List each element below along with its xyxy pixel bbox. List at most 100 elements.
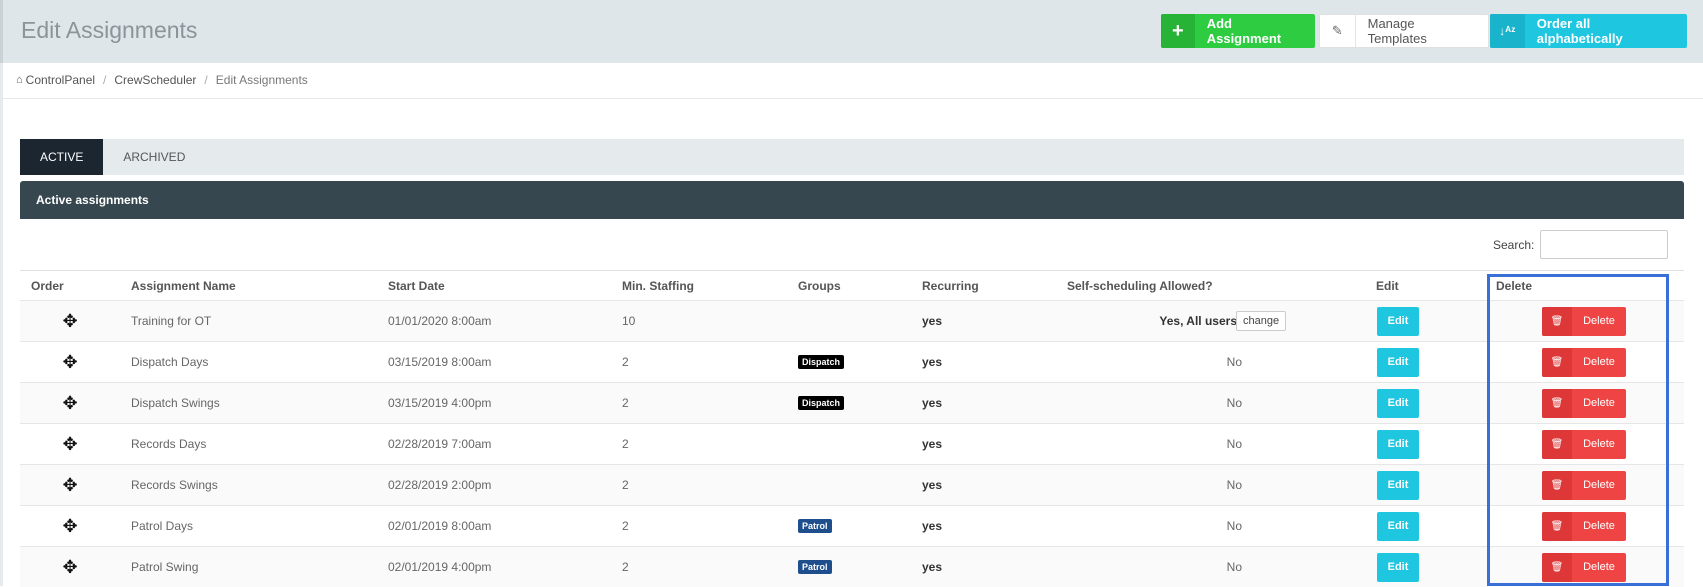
order-alphabetically-button[interactable]: ↓ᴬᶻ Order all alphabetically (1490, 14, 1687, 48)
start-date: 02/28/2019 7:00am (388, 437, 492, 451)
groups-cell: Patrol (798, 506, 832, 546)
move-icon[interactable]: ✥ (60, 301, 80, 341)
change-button[interactable]: change (1236, 311, 1287, 331)
delete-label: Delete (1583, 561, 1615, 573)
breadcrumb-section[interactable]: CrewScheduler (114, 73, 196, 87)
min-staffing: 2 (622, 396, 629, 410)
delete-cell: 🗑 Delete (1542, 342, 1626, 382)
breadcrumb-current: Edit Assignments (215, 73, 308, 87)
trash-icon: 🗑 (1542, 429, 1572, 459)
plus-icon: + (1161, 14, 1195, 48)
recurring-value: yes (922, 437, 943, 451)
edit-button[interactable]: Edit (1377, 552, 1419, 582)
delete-label: Delete (1583, 397, 1615, 409)
move-icon[interactable]: ✥ (60, 547, 80, 587)
table-row: ✥ Training for OT 01/01/2020 8:00am 10 yes Ye… (20, 300, 1684, 341)
delete-button[interactable]: 🗑 Delete (1542, 429, 1626, 459)
order-alphabetically-label: Order all alphabetically (1536, 16, 1623, 46)
col-start[interactable]: Start Date (388, 271, 445, 300)
move-icon[interactable]: ✥ (60, 465, 80, 505)
trash-icon: 🗑 (1542, 511, 1572, 541)
delete-button[interactable]: 🗑 Delete (1542, 306, 1626, 336)
delete-button[interactable]: 🗑 Delete (1542, 511, 1626, 541)
trash-icon: 🗑 (1542, 552, 1572, 582)
edit-button[interactable]: Edit (1377, 388, 1419, 418)
edit-button[interactable]: Edit (1377, 347, 1419, 377)
col-staffing[interactable]: Min. Staffing (622, 271, 694, 300)
col-name[interactable]: Assignment Name (131, 271, 236, 300)
add-assignment-label: Add Assignment (1206, 16, 1282, 46)
assignment-name: Dispatch Days (131, 355, 209, 369)
col-order[interactable]: Order (31, 271, 64, 300)
home-icon: ⌂ (16, 74, 23, 86)
edit-cell: Edit (1377, 506, 1419, 546)
tab-active[interactable]: ACTIVE (20, 139, 104, 175)
assignment-name: Training for OT (131, 314, 212, 328)
edit-button[interactable]: Edit (1377, 306, 1419, 336)
delete-cell: 🗑 Delete (1542, 301, 1626, 341)
delete-cell: 🗑 Delete (1542, 465, 1626, 505)
search-label: Search: (1493, 237, 1535, 252)
delete-cell: 🗑 Delete (1542, 547, 1626, 587)
delete-label: Delete (1583, 315, 1615, 327)
recurring-value: yes (922, 314, 943, 328)
assignment-name: Dispatch Swings (131, 396, 220, 410)
search-input[interactable] (1540, 230, 1669, 259)
min-staffing: 2 (622, 519, 629, 533)
start-date: 02/01/2019 8:00am (388, 519, 492, 533)
group-tag: Patrol (798, 560, 832, 574)
delete-cell: 🗑 Delete (1542, 424, 1626, 464)
self-scheduling-value: No (1226, 478, 1242, 492)
manage-templates-button[interactable]: ✎ Manage Templates (1319, 14, 1489, 48)
recurring-value: yes (922, 396, 943, 410)
move-icon[interactable]: ✥ (60, 506, 80, 546)
edit-cell: Edit (1377, 465, 1419, 505)
move-icon[interactable]: ✥ (60, 424, 80, 464)
delete-cell: 🗑 Delete (1542, 383, 1626, 423)
recurring-value: yes (922, 519, 943, 533)
move-icon[interactable]: ✥ (60, 383, 80, 423)
tab-archived[interactable]: ARCHIVED (103, 139, 205, 175)
delete-label: Delete (1583, 479, 1615, 491)
self-scheduling-value: No (1226, 396, 1242, 410)
page-header: Edit Assignments + Add Assignment ✎ Mana… (0, 0, 1703, 63)
delete-button[interactable]: 🗑 Delete (1542, 470, 1626, 500)
self-scheduling-value: No (1226, 437, 1242, 451)
edit-icon: ✎ (1320, 15, 1356, 47)
col-edit[interactable]: Edit (1376, 271, 1399, 300)
edit-cell: Edit (1377, 547, 1419, 587)
delete-button[interactable]: 🗑 Delete (1542, 552, 1626, 582)
edit-button[interactable]: Edit (1377, 470, 1419, 500)
page-title: Edit Assignments (21, 17, 198, 43)
trash-icon: 🗑 (1542, 388, 1572, 418)
groups-cell: Dispatch (798, 383, 845, 423)
breadcrumb-home[interactable]: ControlPanel (26, 73, 95, 87)
min-staffing: 2 (622, 478, 629, 492)
table-body: ✥ Training for OT 01/01/2020 8:00am 10 yes Ye… (20, 300, 1684, 587)
min-staffing: 2 (622, 560, 629, 574)
move-icon[interactable]: ✥ (60, 342, 80, 382)
delete-label: Delete (1583, 520, 1615, 532)
edit-cell: Edit (1377, 383, 1419, 423)
delete-button[interactable]: 🗑 Delete (1542, 347, 1626, 377)
col-recurring[interactable]: Recurring (922, 271, 979, 300)
table-row: ✥ Patrol Days 02/01/2019 8:00am 2 Patrol yes N… (20, 505, 1684, 546)
edit-cell: Edit (1377, 424, 1419, 464)
trash-icon: 🗑 (1542, 306, 1572, 336)
edit-cell: Edit (1377, 342, 1419, 382)
edit-button[interactable]: Edit (1377, 429, 1419, 459)
delete-button[interactable]: 🗑 Delete (1542, 388, 1626, 418)
recurring-value: yes (922, 560, 943, 574)
start-date: 02/01/2019 4:00pm (388, 560, 492, 574)
col-groups[interactable]: Groups (798, 271, 841, 300)
col-delete[interactable]: Delete (1496, 271, 1532, 300)
assignments-table: Order Assignment Name Start Date Min. St… (20, 270, 1684, 587)
panel-title: Active assignments (20, 181, 1684, 219)
col-self-scheduling[interactable]: Self-scheduling Allowed? (1067, 271, 1237, 300)
recurring-value: yes (922, 355, 943, 369)
table-row: ✥ Records Swings 02/28/2019 2:00pm 2 yes No Ed… (20, 464, 1684, 505)
add-assignment-button[interactable]: + Add Assignment (1161, 14, 1315, 48)
table-header-row: Order Assignment Name Start Date Min. St… (20, 270, 1684, 300)
edit-button[interactable]: Edit (1377, 511, 1419, 541)
groups-cell: Dispatch (798, 342, 845, 382)
